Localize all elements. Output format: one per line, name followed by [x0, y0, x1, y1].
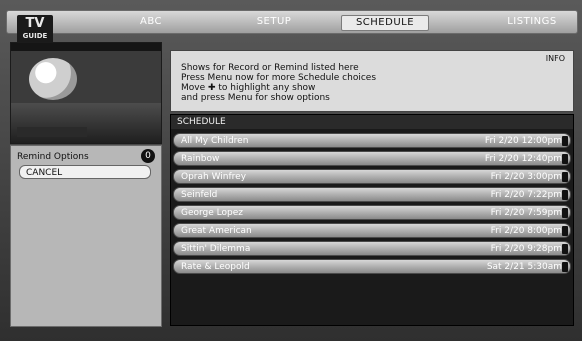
- schedule-row-time: Sat 2/21 5:30am: [486, 262, 562, 272]
- help-line-3: Move ✚ to highlight any show: [181, 83, 316, 93]
- schedule-row-time: Fri 2/20 8:00pm: [490, 226, 562, 236]
- tab-abc[interactable]: ABC: [121, 15, 181, 29]
- schedule-row-time: Fri 2/20 12:40pm: [484, 154, 562, 164]
- preview-top-bar: [11, 43, 161, 51]
- reminder-icon: [562, 190, 568, 200]
- football-helmet-graphic: [29, 58, 77, 100]
- cancel-remind-label: CANCEL: [26, 168, 63, 178]
- schedule-row-title: Rate & Leopold: [181, 262, 250, 272]
- remind-options-panel: Remind Options 0 CANCEL: [10, 145, 162, 327]
- info-label: INFO: [545, 54, 565, 63]
- jersey-stripe: [17, 127, 87, 137]
- schedule-row-time: Fri 2/20 7:59pm: [490, 208, 562, 218]
- schedule-row-time: Fri 2/20 7:22pm: [490, 190, 562, 200]
- schedule-row-title: Seinfeld: [181, 190, 218, 200]
- tab-schedule-label: SCHEDULE: [355, 17, 415, 28]
- schedule-row-title: Sittin' Dilemma: [181, 244, 251, 254]
- schedule-row[interactable]: All My Children Fri 2/20 12:00pm: [173, 133, 571, 148]
- help-line-2: Press Menu now for more Schedule choices: [181, 73, 377, 83]
- logo-sub: GUIDE: [22, 32, 48, 40]
- remind-options-header: Remind Options: [17, 152, 89, 162]
- tab-setup[interactable]: SETUP: [239, 15, 309, 29]
- tv-guide-logo: TV GUIDE: [17, 15, 53, 45]
- schedule-row-time: Fri 2/20 9:28pm: [490, 244, 562, 254]
- cancel-remind-button[interactable]: CANCEL: [19, 165, 151, 179]
- live-tv-preview: [10, 42, 162, 144]
- remind-options-count-badge: 0: [141, 149, 155, 163]
- schedule-help-text: Shows for Record or Remind listed here P…: [181, 63, 556, 103]
- schedule-row[interactable]: Rainbow Fri 2/20 12:40pm: [173, 151, 571, 166]
- schedule-row-title: George Lopez: [181, 208, 244, 218]
- schedule-list: SCHEDULE All My Children Fri 2/20 12:00p…: [170, 114, 574, 326]
- schedule-row-time: Fri 2/20 12:00pm: [484, 136, 562, 146]
- tab-listings[interactable]: LISTINGS: [496, 15, 568, 29]
- tab-abc-label: ABC: [139, 16, 162, 27]
- schedule-row-title: All My Children: [181, 136, 249, 146]
- reminder-icon: [562, 244, 568, 254]
- schedule-header: SCHEDULE: [171, 115, 573, 129]
- help-line-4: and press Menu for show options: [181, 93, 330, 103]
- reminder-icon: [562, 226, 568, 236]
- schedule-row[interactable]: Rate & Leopold Sat 2/21 5:30am: [173, 259, 571, 274]
- reminder-icon: [562, 262, 568, 272]
- reminder-icon: [562, 154, 568, 164]
- tab-setup-label: SETUP: [256, 16, 292, 27]
- schedule-row-time: Fri 2/20 3:00pm: [490, 172, 562, 182]
- logo-main: TV: [25, 16, 45, 31]
- top-navigation-bar: TV GUIDE ABC SETUP SCHEDULE LISTINGS: [6, 10, 578, 45]
- reminder-icon: [562, 136, 568, 146]
- schedule-row-title: Great American: [181, 226, 252, 236]
- schedule-row[interactable]: Great American Fri 2/20 8:00pm: [173, 223, 571, 238]
- schedule-row[interactable]: Sittin' Dilemma Fri 2/20 9:28pm: [173, 241, 571, 256]
- schedule-row[interactable]: George Lopez Fri 2/20 7:59pm: [173, 205, 571, 220]
- reminder-icon: [562, 208, 568, 218]
- tab-listings-label: LISTINGS: [507, 16, 557, 27]
- schedule-row-title: Oprah Winfrey: [181, 172, 247, 182]
- schedule-row-title: Rainbow: [181, 154, 220, 164]
- tab-schedule[interactable]: SCHEDULE: [341, 15, 429, 31]
- schedule-help-box: INFO Shows for Record or Remind listed h…: [170, 50, 574, 112]
- schedule-row[interactable]: Seinfeld Fri 2/20 7:22pm: [173, 187, 571, 202]
- player-jersey-graphic: [11, 103, 161, 143]
- reminder-icon: [562, 172, 568, 182]
- help-line-1: Shows for Record or Remind listed here: [181, 63, 359, 73]
- schedule-row[interactable]: Oprah Winfrey Fri 2/20 3:00pm: [173, 169, 571, 184]
